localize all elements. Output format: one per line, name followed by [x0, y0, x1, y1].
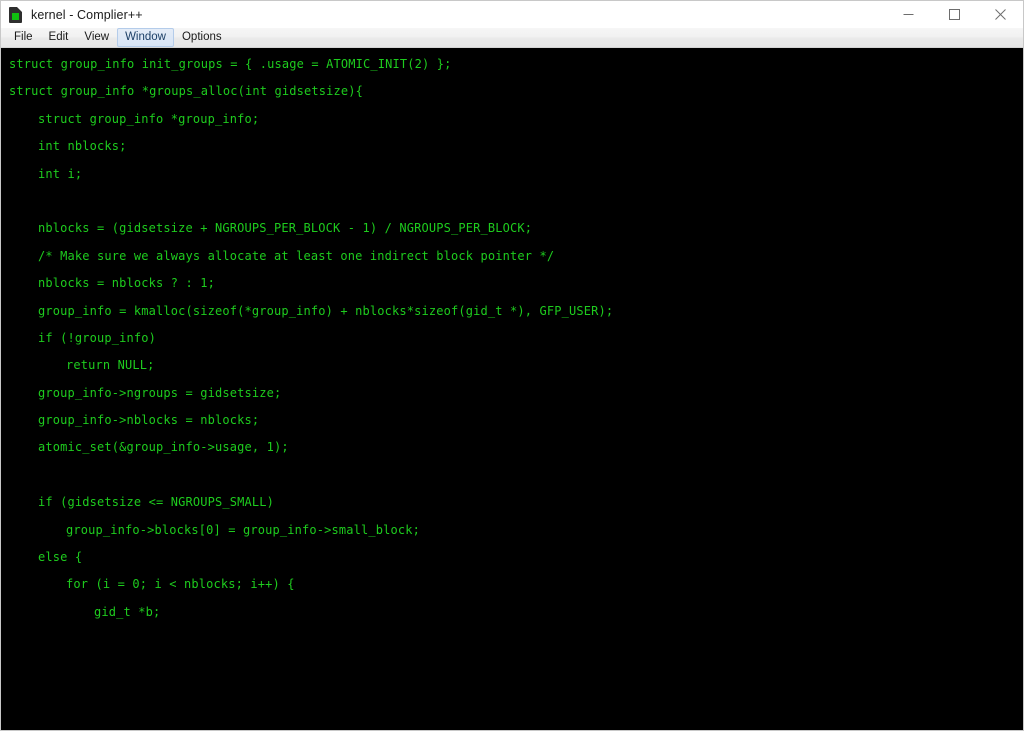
window-title: kernel - Complier++ — [31, 7, 143, 22]
code-line: for (i = 0; i < nblocks; i++) { — [66, 577, 295, 592]
code-line: nblocks = nblocks ? : 1; — [38, 276, 215, 291]
title-bar[interactable]: kernel - Complier++ — [1, 1, 1023, 28]
menu-item-edit[interactable]: Edit — [41, 28, 77, 47]
code-line: nblocks = (gidsetsize + NGROUPS_PER_BLOC… — [38, 221, 533, 236]
code-line: gid_t *b; — [94, 604, 161, 619]
menu-item-file[interactable]: File — [6, 28, 41, 47]
code-line: group_info->blocks[0] = group_info->smal… — [66, 522, 420, 537]
code-line: /* Make sure we always allocate at least… — [38, 248, 555, 263]
code-line: struct group_info *group_info; — [38, 111, 260, 126]
code-line: struct group_info *groups_alloc(int gids… — [9, 84, 363, 99]
menu-item-label: Window — [125, 30, 166, 43]
file-code-icon — [9, 6, 24, 23]
menu-item-label: File — [14, 30, 33, 43]
menu-item-label: View — [84, 30, 110, 43]
code-line: int nblocks; — [38, 139, 127, 154]
minimize-button[interactable] — [885, 1, 931, 28]
menu-item-label: Edit — [48, 30, 69, 43]
code-line: int i; — [38, 166, 83, 181]
code-line: group_info = kmalloc(sizeof(*group_info)… — [38, 303, 614, 318]
code-line: struct group_info init_groups = { .usage… — [9, 57, 452, 71]
maximize-button[interactable] — [931, 1, 977, 28]
code-line: atomic_set(&group_info->usage, 1); — [38, 440, 289, 455]
menu-item-options[interactable]: Options — [174, 28, 230, 47]
code-line: group_info->ngroups = gidsetsize; — [38, 385, 282, 400]
code-line: if (gidsetsize <= NGROUPS_SMALL) — [38, 495, 274, 510]
close-button[interactable] — [977, 1, 1023, 28]
code-editor[interactable]: struct group_info init_groups = { .usage… — [1, 48, 1023, 730]
menu-item-window[interactable]: Window — [117, 28, 174, 47]
code-line: if (!group_info) — [38, 330, 156, 345]
code-line: else { — [38, 550, 83, 565]
window-controls — [885, 1, 1023, 28]
application-window: kernel - Complier++ File Edit View Window Op… — [0, 0, 1024, 731]
menu-item-view[interactable]: View — [76, 28, 117, 47]
menu-item-label: Options — [181, 30, 222, 43]
code-line: group_info->nblocks = nblocks; — [38, 413, 260, 428]
menu-bar: File Edit View Window Options — [1, 28, 1023, 48]
code-line: return NULL; — [66, 358, 155, 373]
